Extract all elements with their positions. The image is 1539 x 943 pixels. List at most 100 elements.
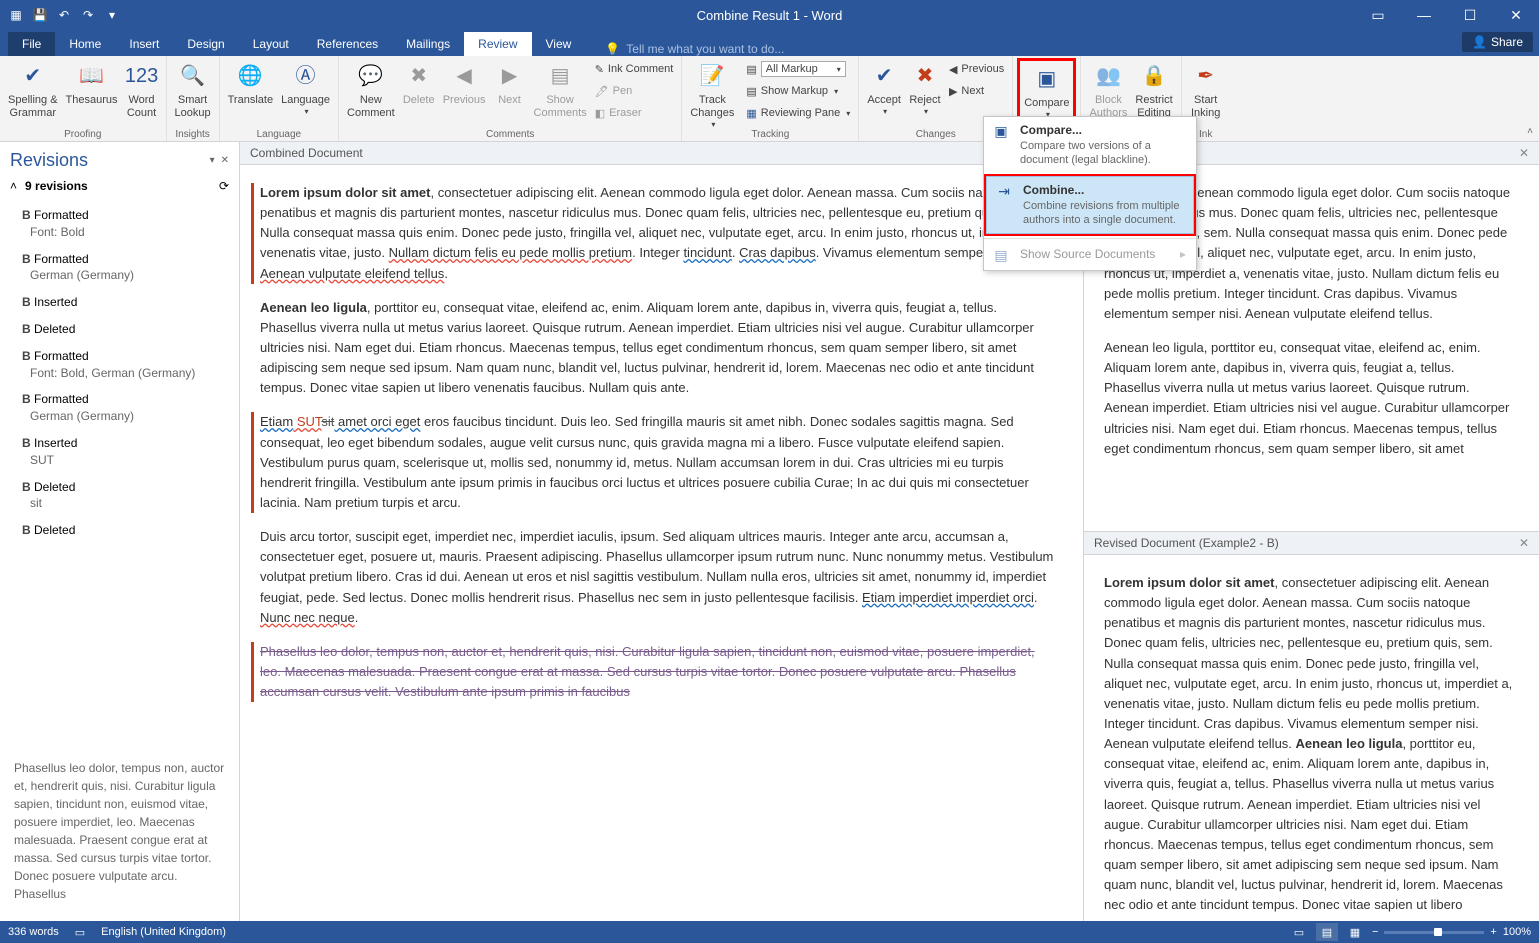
showmarkup-icon: ▤ <box>746 85 756 98</box>
revisions-close-icon[interactable]: ✕ <box>221 155 229 166</box>
delete-comment-button[interactable]: ✖Delete <box>399 58 439 109</box>
close-button[interactable]: ✕ <box>1493 0 1539 30</box>
ink-comment-button[interactable]: ✎Ink Comment <box>591 58 678 80</box>
compare-menu-show-source[interactable]: ▤ Show Source Documents ▸ <box>984 241 1196 270</box>
refresh-icon[interactable]: ⟳ <box>219 179 229 193</box>
restrict-editing-button[interactable]: 🔒Restrict Editing <box>1131 58 1176 122</box>
read-mode-icon[interactable]: ▭ <box>1288 923 1310 941</box>
track-changes-button[interactable]: 📝Track Changes▾ <box>686 58 738 132</box>
pen-icon: 🖊 <box>595 85 609 98</box>
tab-home[interactable]: Home <box>55 32 115 56</box>
block-authors-button[interactable]: 👥Block Authors <box>1085 58 1131 122</box>
compare-menu-combine[interactable]: ⇥ Combine... Combine revisions from mult… <box>986 176 1194 235</box>
ribbon-display-icon[interactable]: ▭ <box>1355 0 1401 30</box>
tab-insert[interactable]: Insert <box>115 32 173 56</box>
menu-separator <box>984 238 1196 239</box>
pen-button[interactable]: 🖊Pen <box>591 80 678 102</box>
compare-dropdown-menu: ▣ Compare... Compare two versions of a d… <box>983 116 1197 271</box>
show-markup-button[interactable]: ▤Show Markup▾ <box>742 80 854 102</box>
compare-menu-compare[interactable]: ▣ Compare... Compare two versions of a d… <box>984 117 1196 174</box>
reviewing-pane-button[interactable]: ▦Reviewing Pane▾ <box>742 102 854 124</box>
revised-document-pane: Revised Document (Example2 - B) ✕ Lorem … <box>1084 532 1539 921</box>
previous-change-button[interactable]: ◀Previous <box>945 58 1008 80</box>
revision-item[interactable]: B Deleted <box>0 518 239 545</box>
revision-item[interactable]: B FormattedFont: Bold <box>0 203 239 247</box>
markup-display-select[interactable]: ▤All Markup▾ <box>742 58 854 80</box>
markup-icon: ▤ <box>746 63 756 76</box>
accept-button[interactable]: ✔Accept▾ <box>863 58 905 119</box>
main-content: Revisions ▾ ✕ ˄ 9 revisions ⟳ B Formatte… <box>0 142 1539 921</box>
maximize-button[interactable]: ☐ <box>1447 0 1493 30</box>
spelling-grammar-button[interactable]: ✔Spelling & Grammar <box>4 58 62 122</box>
show-comments-button[interactable]: ▤Show Comments <box>530 58 591 122</box>
combined-document-pane: Combined Document ✕ Lorem ipsum dolor si… <box>240 142 1084 921</box>
zoom-out-icon[interactable]: − <box>1372 926 1378 938</box>
undo-icon[interactable]: ↶ <box>56 7 72 23</box>
web-layout-icon[interactable]: ▦ <box>1344 923 1366 941</box>
start-inking-button[interactable]: ✒Start Inking <box>1186 58 1226 122</box>
share-icon: 👤 <box>1472 35 1487 49</box>
reject-button[interactable]: ✖Reject▾ <box>905 58 945 119</box>
revisions-options-icon[interactable]: ▾ <box>210 155 215 166</box>
zoom-in-icon[interactable]: + <box>1490 926 1496 938</box>
print-layout-icon[interactable]: ▤ <box>1316 923 1338 941</box>
word-count-status[interactable]: 336 words <box>8 926 59 938</box>
compare-button[interactable]: ▣Compare▾ <box>1017 58 1076 125</box>
redo-icon[interactable]: ↷ <box>80 7 96 23</box>
smart-lookup-button[interactable]: 🔍Smart Lookup <box>171 58 215 122</box>
share-button[interactable]: 👤 Share <box>1462 32 1533 52</box>
translate-button[interactable]: 🌐Translate <box>224 58 277 109</box>
revision-item[interactable]: B InsertedSUT <box>0 431 239 475</box>
revision-preview: Phasellus leo dolor, tempus non, auctor … <box>0 751 239 921</box>
revised-close-icon[interactable]: ✕ <box>1519 536 1529 550</box>
tab-review[interactable]: Review <box>464 32 531 56</box>
collapse-ribbon-icon[interactable]: ˄ <box>1527 126 1533 137</box>
tell-me-search[interactable]: 💡 Tell me what you want to do... <box>605 42 784 56</box>
revision-item[interactable]: B Inserted <box>0 290 239 317</box>
window-controls: ▭ — ☐ ✕ <box>1355 0 1539 30</box>
revision-item[interactable]: B FormattedGerman (Germany) <box>0 387 239 431</box>
eraser-icon: ◧ <box>595 107 605 120</box>
next-change-button[interactable]: ▶Next <box>945 80 1008 102</box>
reviewing-icon: ▦ <box>746 107 756 120</box>
next-comment-button[interactable]: ▶Next <box>490 58 530 109</box>
tab-design[interactable]: Design <box>173 32 238 56</box>
eraser-button[interactable]: ◧Eraser <box>591 102 678 124</box>
revision-item[interactable]: B FormattedGerman (Germany) <box>0 247 239 291</box>
tab-mailings[interactable]: Mailings <box>392 32 464 56</box>
minimize-button[interactable]: — <box>1401 0 1447 30</box>
revision-item[interactable]: B Deletedsit <box>0 475 239 519</box>
zoom-slider[interactable] <box>1384 931 1484 934</box>
prev-icon: ◀ <box>949 63 957 76</box>
qat-customize-icon[interactable]: ▾ <box>104 7 120 23</box>
new-comment-button[interactable]: 💬New Comment <box>343 58 399 122</box>
window-title: Combine Result 1 - Word <box>697 8 843 23</box>
revision-item[interactable]: B Deleted <box>0 317 239 344</box>
revisions-list[interactable]: B FormattedFont: BoldB FormattedGerman (… <box>0 201 239 751</box>
revision-item[interactable]: B FormattedFont: Bold, German (Germany) <box>0 344 239 388</box>
tab-references[interactable]: References <box>303 32 392 56</box>
previous-comment-button[interactable]: ◀Previous <box>439 58 490 109</box>
language-button[interactable]: ⒶLanguage▾ <box>277 58 334 119</box>
group-tracking: 📝Track Changes▾ ▤All Markup▾ ▤Show Marku… <box>682 56 859 141</box>
combined-doc-body[interactable]: Lorem ipsum dolor sit amet, consectetuer… <box>240 165 1083 921</box>
chevron-up-icon[interactable]: ˄ <box>10 179 17 193</box>
group-language: 🌐Translate ⒶLanguage▾ Language <box>220 56 339 141</box>
group-proofing: ✔Spelling & Grammar 📖Thesaurus 123Word C… <box>0 56 167 141</box>
zoom-level[interactable]: 100% <box>1503 926 1531 938</box>
word-count-button[interactable]: 123Word Count <box>122 58 162 122</box>
revisions-title: Revisions <box>10 150 88 171</box>
titlebar: ▦ 💾 ↶ ↷ ▾ Combine Result 1 - Word ▭ — ☐ … <box>0 0 1539 30</box>
group-insights: 🔍Smart Lookup Insights <box>167 56 220 141</box>
group-comments: 💬New Comment ✖Delete ◀Previous ▶Next ▤Sh… <box>339 56 682 141</box>
save-icon[interactable]: 💾 <box>32 7 48 23</box>
thesaurus-button[interactable]: 📖Thesaurus <box>62 58 122 109</box>
original-close-icon[interactable]: ✕ <box>1519 146 1529 160</box>
revised-doc-body[interactable]: Lorem ipsum dolor sit amet, consectetuer… <box>1084 555 1539 921</box>
tab-file[interactable]: File <box>8 32 55 56</box>
tab-layout[interactable]: Layout <box>239 32 303 56</box>
language-status[interactable]: English (United Kingdom) <box>101 926 226 938</box>
tab-view[interactable]: View <box>532 32 586 56</box>
ink-icon: ✎ <box>595 63 604 76</box>
proofing-status-icon[interactable]: ▭ <box>75 926 85 939</box>
